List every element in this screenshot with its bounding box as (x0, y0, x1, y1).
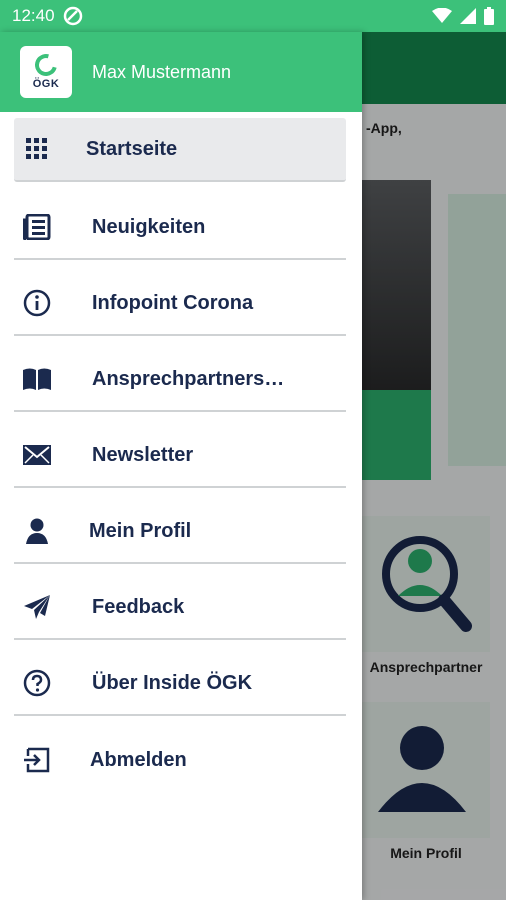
info-icon (22, 288, 52, 318)
menu-item-label: Abmelden (90, 748, 187, 771)
menu-item-label: Ansprechpartners… (92, 367, 285, 390)
menu-item-label: Infopoint Corona (92, 291, 254, 314)
wifi-icon (432, 8, 452, 24)
navigation-drawer: ÖGK Max Mustermann Startseite Neuigkeite… (0, 32, 362, 900)
menu-item-ansprechpartner[interactable]: Ansprechpartners… (14, 348, 346, 412)
menu-item-mein-profil[interactable]: Mein Profil (14, 500, 346, 564)
newspaper-icon (22, 212, 52, 242)
menu-item-abmelden[interactable]: Abmelden (14, 728, 346, 792)
menu-item-ueber-inside-oegk[interactable]: Über Inside ÖGK (14, 652, 346, 716)
menu-item-label: Newsletter (92, 443, 194, 466)
book-icon (22, 364, 52, 394)
user-name: Max Mustermann (92, 61, 232, 82)
help-icon (22, 668, 52, 698)
battery-icon (484, 7, 494, 25)
oegk-logo: ÖGK (20, 46, 72, 98)
logout-icon (22, 745, 52, 775)
menu-item-neuigkeiten[interactable]: Neuigkeiten (14, 196, 346, 260)
menu-item-label: Startseite (86, 137, 178, 160)
menu-item-feedback[interactable]: Feedback (14, 576, 346, 640)
menu-item-label: Neuigkeiten (92, 215, 206, 238)
status-time: 12:40 (12, 6, 55, 25)
envelope-icon (22, 440, 52, 470)
menu-item-startseite[interactable]: Startseite (14, 118, 346, 182)
do-not-disturb-icon (63, 6, 83, 26)
menu-item-label: Mein Profil (89, 519, 192, 542)
person-icon (22, 516, 52, 546)
logo-ring-icon (30, 49, 62, 81)
status-bar: 12:40 (0, 0, 506, 32)
menu-item-infopoint-corona[interactable]: Infopoint Corona (14, 272, 346, 336)
grid-icon (22, 134, 52, 164)
drawer-header: ÖGK Max Mustermann (0, 32, 362, 112)
signal-icon (460, 8, 476, 24)
menu-item-newsletter[interactable]: Newsletter (14, 424, 346, 488)
menu-item-label: Feedback (92, 595, 185, 618)
menu-item-label: Über Inside ÖGK (92, 671, 253, 694)
paper-plane-icon (22, 592, 52, 622)
